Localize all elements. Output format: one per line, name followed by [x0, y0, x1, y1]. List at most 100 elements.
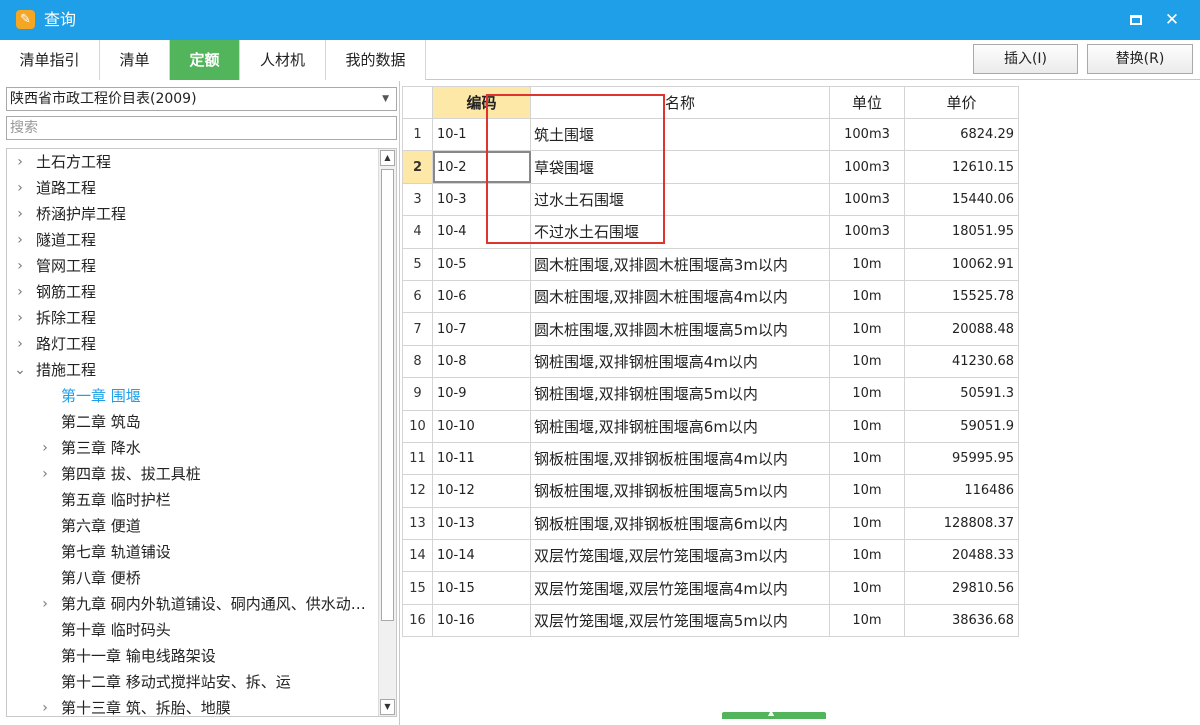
row-number[interactable]: 4 — [402, 215, 433, 249]
table-row[interactable]: 7 10-7 圆木桩围堰,双排圆木桩围堰高5m以内 10m 20088.48 — [402, 312, 1019, 346]
header-unit[interactable]: 单位 — [829, 86, 905, 119]
cell-price[interactable]: 29810.56 — [904, 571, 1019, 605]
table-row[interactable]: 3 10-3 过水土石围堰 100m3 15440.06 — [402, 182, 1019, 217]
cell-name[interactable]: 圆木桩围堰,双排圆木桩围堰高3m以内 — [530, 247, 830, 281]
chevron-right-icon[interactable]: › — [13, 227, 27, 253]
cell-unit[interactable]: 10m — [829, 279, 905, 314]
cell-code[interactable]: 10-9 — [432, 377, 531, 411]
cell-unit[interactable]: 10m — [829, 539, 905, 573]
cell-name[interactable]: 不过水土石围堰 — [530, 215, 830, 249]
row-number[interactable]: 9 — [402, 377, 433, 411]
cell-code[interactable]: 10-16 — [432, 603, 531, 638]
row-number[interactable]: 15 — [402, 571, 433, 605]
search-input[interactable]: 搜索 — [6, 116, 397, 140]
chevron-right-icon[interactable]: › — [38, 435, 52, 461]
cell-price[interactable]: 10062.91 — [904, 247, 1019, 281]
cell-unit[interactable]: 10m — [829, 474, 905, 508]
cell-name[interactable]: 过水土石围堰 — [530, 182, 830, 217]
tree-node[interactable]: 第五章 临时护栏 — [7, 487, 379, 513]
tree-node[interactable]: 第十章 临时码头 — [7, 617, 379, 643]
cell-name[interactable]: 钢桩围堰,双排钢桩围堰高5m以内 — [530, 377, 830, 411]
cell-unit[interactable]: 100m3 — [829, 117, 905, 152]
table-row[interactable]: 10 10-10 钢桩围堰,双排钢桩围堰高6m以内 10m 59051.9 — [402, 409, 1019, 443]
cell-price[interactable]: 38636.68 — [904, 603, 1019, 638]
tree-scrollbar[interactable]: ▲ ▼ — [378, 149, 396, 716]
cell-code[interactable]: 10-8 — [432, 344, 531, 379]
cell-code[interactable]: 10-5 — [432, 247, 531, 281]
row-number[interactable]: 6 — [402, 279, 433, 314]
chevron-right-icon[interactable]: › — [13, 331, 27, 357]
tree-node[interactable]: › 管网工程 — [7, 253, 379, 279]
scroll-down-icon[interactable]: ▼ — [380, 699, 395, 715]
scroll-up-icon[interactable]: ▲ — [380, 150, 395, 166]
chevron-right-icon[interactable]: › — [13, 201, 27, 227]
cell-code[interactable]: 10-12 — [432, 474, 531, 508]
row-number[interactable]: 13 — [402, 506, 433, 541]
tab-bill[interactable]: 清单 — [100, 40, 170, 80]
cell-code[interactable]: 10-3 — [432, 182, 531, 217]
row-number[interactable]: 11 — [402, 441, 433, 476]
cell-price[interactable]: 41230.68 — [904, 344, 1019, 379]
chevron-right-icon[interactable]: › — [13, 253, 27, 279]
tree-node[interactable]: 第一章 围堰 — [7, 383, 379, 409]
tree-node[interactable]: ⌄ 措施工程 — [7, 357, 379, 383]
cell-unit[interactable]: 10m — [829, 409, 905, 443]
tree-node[interactable]: › 钢筋工程 — [7, 279, 379, 305]
tree-node[interactable]: › 隧道工程 — [7, 227, 379, 253]
insert-button[interactable]: 插入(I) — [973, 44, 1078, 74]
cell-code[interactable]: 10-7 — [432, 312, 531, 346]
cell-price[interactable]: 50591.3 — [904, 377, 1019, 411]
cell-code[interactable]: 10-1 — [432, 117, 531, 152]
table-row[interactable]: 5 10-5 圆木桩围堰,双排圆木桩围堰高3m以内 10m 10062.91 — [402, 247, 1019, 281]
cell-name[interactable]: 双层竹笼围堰,双层竹笼围堰高5m以内 — [530, 603, 830, 638]
tree-node[interactable]: 第十一章 输电线路架设 — [7, 643, 379, 669]
cell-unit[interactable]: 10m — [829, 506, 905, 541]
row-number[interactable]: 10 — [402, 409, 433, 443]
cell-price[interactable]: 18051.95 — [904, 215, 1019, 249]
cell-unit[interactable]: 10m — [829, 377, 905, 411]
cell-name[interactable]: 钢桩围堰,双排钢桩围堰高6m以内 — [530, 409, 830, 443]
chevron-right-icon[interactable]: › — [38, 461, 52, 487]
cell-name[interactable]: 双层竹笼围堰,双层竹笼围堰高4m以内 — [530, 571, 830, 605]
cell-code[interactable]: 10-4 — [432, 215, 531, 249]
table-row[interactable]: 6 10-6 圆木桩围堰,双排圆木桩围堰高4m以内 10m 15525.78 — [402, 279, 1019, 314]
cell-code[interactable]: 10-11 — [432, 441, 531, 476]
chevron-right-icon[interactable]: › — [13, 175, 27, 201]
cell-name[interactable]: 草袋围堰 — [530, 150, 830, 184]
tree-node[interactable]: › 路灯工程 — [7, 331, 379, 357]
tree-node[interactable]: 第八章 便桥 — [7, 565, 379, 591]
table-row[interactable]: 11 10-11 钢板桩围堰,双排钢板桩围堰高4m以内 10m 95995.95 — [402, 441, 1019, 476]
cell-unit[interactable]: 100m3 — [829, 215, 905, 249]
cell-name[interactable]: 双层竹笼围堰,双层竹笼围堰高3m以内 — [530, 539, 830, 573]
cell-code[interactable]: 10-13 — [432, 506, 531, 541]
cell-unit[interactable]: 10m — [829, 247, 905, 281]
row-number[interactable]: 1 — [402, 117, 433, 152]
tree-node[interactable]: 第七章 轨道铺设 — [7, 539, 379, 565]
chevron-right-icon[interactable]: › — [13, 149, 27, 175]
cell-name[interactable]: 圆木桩围堰,双排圆木桩围堰高5m以内 — [530, 312, 830, 346]
row-number[interactable]: 16 — [402, 603, 433, 638]
cell-name[interactable]: 圆木桩围堰,双排圆木桩围堰高4m以内 — [530, 279, 830, 314]
cell-unit[interactable]: 10m — [829, 344, 905, 379]
tree-node[interactable]: › 第十三章 筑、拆胎、地膜 — [7, 695, 379, 716]
cell-unit[interactable]: 10m — [829, 603, 905, 638]
tab-bill-guide[interactable]: 清单指引 — [0, 40, 100, 80]
maximize-button[interactable] — [1124, 8, 1148, 32]
row-number[interactable]: 7 — [402, 312, 433, 346]
table-row[interactable]: 8 10-8 钢桩围堰,双排钢桩围堰高4m以内 10m 41230.68 — [402, 344, 1019, 379]
cell-unit[interactable]: 10m — [829, 312, 905, 346]
chevron-right-icon[interactable]: › — [13, 305, 27, 331]
table-row[interactable]: 13 10-13 钢板桩围堰,双排钢板桩围堰高6m以内 10m 128808.37 — [402, 506, 1019, 541]
tree-node[interactable]: › 桥涵护岸工程 — [7, 201, 379, 227]
cell-unit[interactable]: 100m3 — [829, 150, 905, 184]
row-number[interactable]: 12 — [402, 474, 433, 508]
chevron-right-icon[interactable]: › — [38, 591, 52, 617]
tree-node[interactable]: › 第三章 降水 — [7, 435, 379, 461]
close-button[interactable]: ✕ — [1160, 8, 1184, 32]
tree-node[interactable]: › 土石方工程 — [7, 149, 379, 175]
tree-node[interactable]: › 第四章 拔、拔工具桩 — [7, 461, 379, 487]
tab-quota[interactable]: 定额 — [170, 40, 240, 80]
cell-price[interactable]: 20088.48 — [904, 312, 1019, 346]
chevron-down-icon[interactable]: ⌄ — [13, 357, 27, 383]
cell-price[interactable]: 6824.29 — [904, 117, 1019, 152]
